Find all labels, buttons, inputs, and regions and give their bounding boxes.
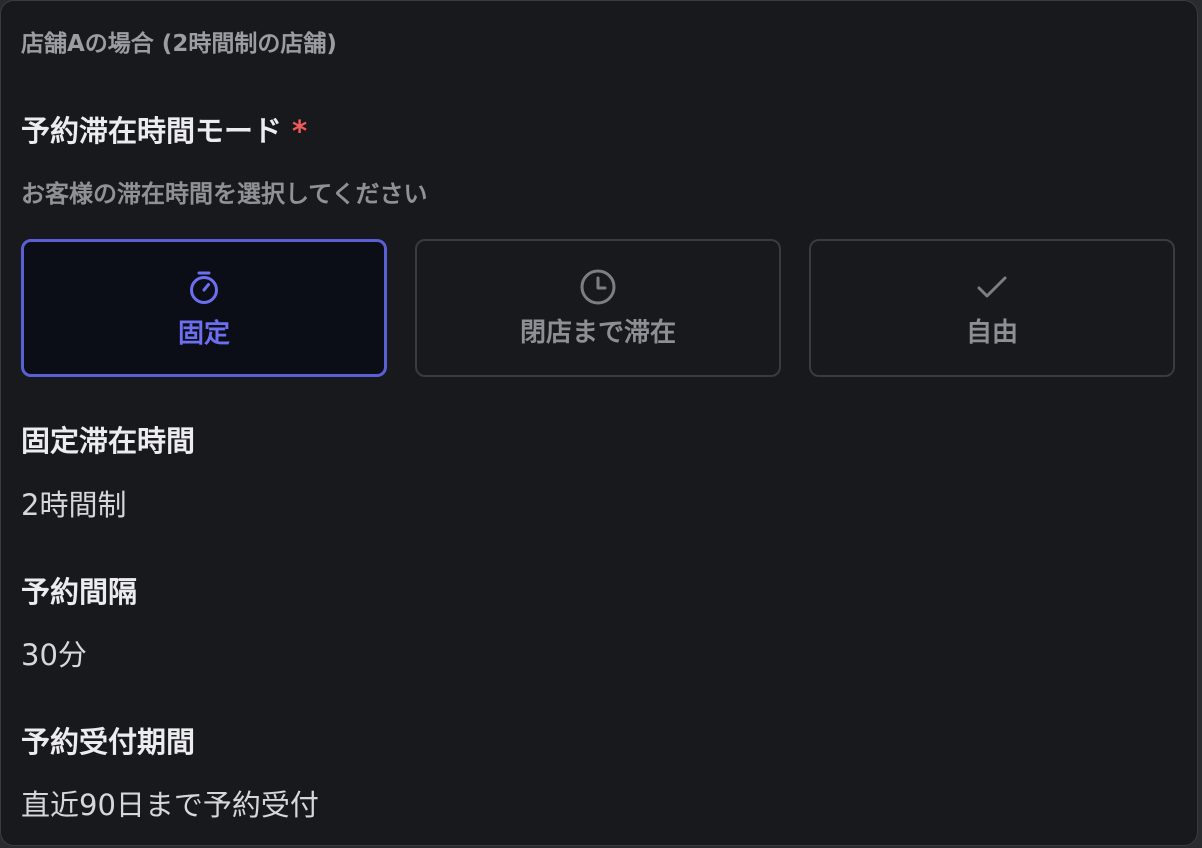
stopwatch-icon	[190, 271, 218, 304]
card-header-title: 店舗Aの場合 (2時間制の店舗)	[21, 31, 337, 57]
reception-period-label: 予約受付期間	[21, 725, 196, 759]
interval-value: 30分	[21, 638, 87, 672]
fixed-stay-value: 2時間制	[21, 488, 127, 522]
stay-mode-label: 予約滞在時間モード *	[21, 111, 307, 151]
stay-mode-label-text: 予約滞在時間モード	[21, 114, 283, 148]
mode-option-label: 自由	[965, 318, 1018, 348]
interval-label: 予約間隔	[21, 575, 138, 609]
stay-mode-options: 固定 閉店まで滞在 自由	[21, 239, 1179, 379]
required-mark: *	[292, 114, 308, 148]
mode-option-label: 閉店まで滞在	[519, 318, 676, 348]
mode-option-until-close[interactable]: 閉店まで滞在	[415, 239, 781, 377]
mode-option-fixed[interactable]: 固定	[21, 239, 387, 377]
stay-mode-description: お客様の滞在時間を選択してください	[21, 180, 428, 208]
fixed-stay-label: 固定滞在時間	[21, 424, 196, 458]
reception-period-value: 直近90日まで予約受付	[21, 788, 319, 822]
mode-option-free[interactable]: 自由	[809, 239, 1175, 377]
check-icon	[977, 276, 1007, 298]
mode-option-label: 固定	[177, 319, 230, 349]
settings-card: 店舗Aの場合 (2時間制の店舗) 予約滞在時間モード * お客様の滞在時間を選択し…	[0, 0, 1198, 846]
clock-icon	[580, 269, 616, 305]
